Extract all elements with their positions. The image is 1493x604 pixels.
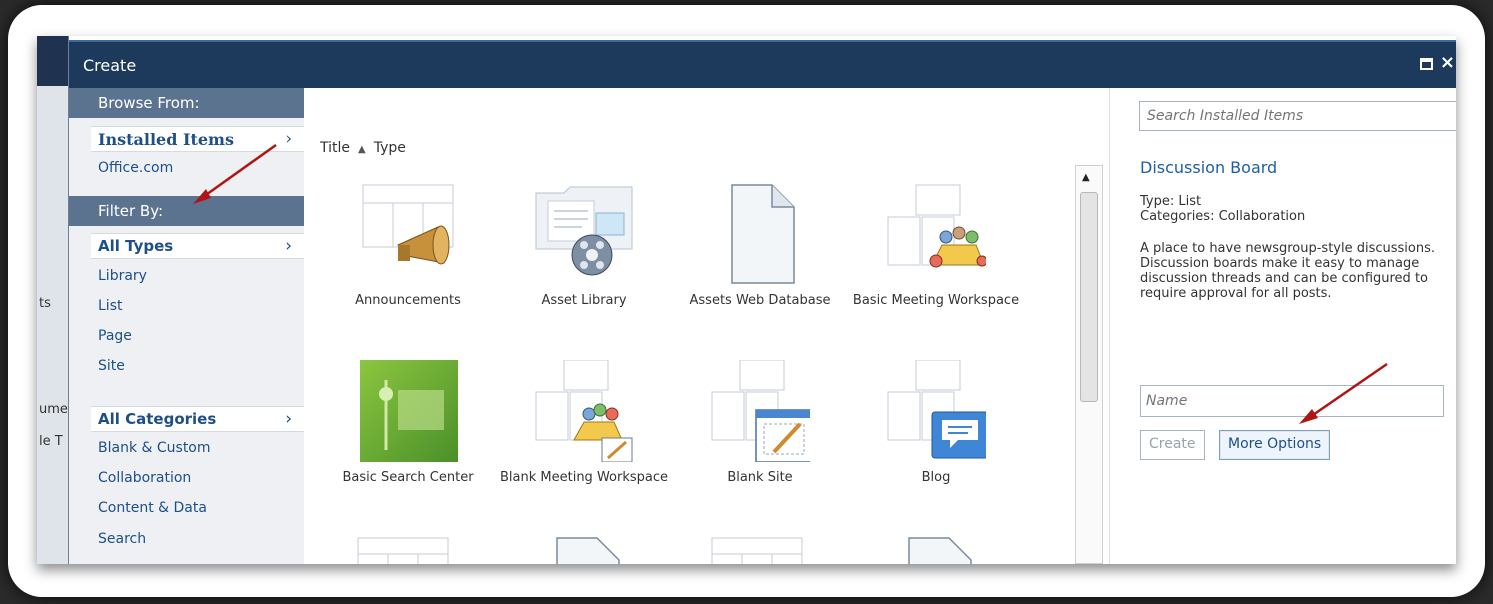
pane-divider [1109,88,1110,564]
gallery-item-label: Basic Search Center [342,470,474,485]
megaphone-icon [362,184,454,265]
sort-by-title[interactable]: Title [320,140,350,156]
selected-item-title: Discussion Board [1140,158,1278,177]
selected-item-categories: Categories: Collaboration [1140,209,1306,224]
close-icon[interactable]: × [1440,52,1455,73]
selected-item-type: Type: List [1140,194,1202,209]
blank-meeting-workspace-icon [535,360,633,462]
gallery-item-blank-meeting-workspace[interactable]: Blank Meeting Workspace [499,360,669,530]
nav-item-installed-items[interactable]: Installed Items › [91,126,304,152]
search-installed-items[interactable] [1139,101,1456,131]
gallery-item-label: Blank Meeting Workspace [500,470,668,485]
meeting-workspace-icon [887,184,986,268]
gallery-item-label: Announcements [355,293,461,308]
gallery-item-blank-site[interactable]: Blank Site [675,360,845,530]
sort-by-type[interactable]: Type [374,140,406,156]
gallery-item-basic-meeting-workspace[interactable]: Basic Meeting Workspace [851,183,1021,353]
gallery-item-label: Blog [921,470,951,485]
document-icon [731,184,795,284]
maximize-icon[interactable] [1420,58,1433,70]
nav-item-label: Installed Items [98,130,234,149]
nav-item-office-com[interactable]: Office.com [98,160,173,176]
asset-library-icon [535,186,633,276]
nav-item-library[interactable]: Library [98,268,147,284]
dialog-title: Create [83,56,137,75]
gallery-item-blog[interactable]: Blog [851,360,1021,530]
nav-item-all-types[interactable]: All Types › [91,233,304,259]
chevron-right-icon: › [285,236,292,256]
sort-ascending-icon: ▲ [358,144,366,155]
browse-from-heading: Browse From: [69,88,304,118]
gallery-item-partial-icon [908,537,972,564]
more-options-button[interactable]: More Options [1219,430,1331,460]
search-center-icon [360,360,458,462]
background-text: ume [39,402,68,417]
create-button[interactable]: Create [1140,430,1205,460]
blog-icon [887,360,986,459]
gallery-item-basic-search-center[interactable]: Basic Search Center [323,360,493,530]
gallery-item-label: Assets Web Database [689,293,831,308]
background-text: le T [39,434,63,449]
chevron-right-icon: › [285,129,292,149]
gallery-item-partial-icon [711,537,803,564]
nav-item-collaboration[interactable]: Collaboration [98,470,191,486]
gallery-item-label: Basic Meeting Workspace [852,293,1020,308]
nav-item-site[interactable]: Site [98,358,125,374]
nav-item-label: All Categories [98,410,217,428]
chevron-right-icon: › [285,409,292,429]
nav-item-blank-custom[interactable]: Blank & Custom [98,440,211,456]
gallery-item-assets-web-database[interactable]: Assets Web Database [675,183,845,353]
filter-by-heading: Filter By: [69,196,304,226]
selected-item-description: A place to have newsgroup-style discussi… [1140,241,1436,301]
nav-item-all-categories[interactable]: All Categories › [91,406,304,432]
gallery-item-asset-library[interactable]: Asset Library [499,183,669,353]
background-text: ts [39,296,51,311]
nav-item-page[interactable]: Page [98,328,132,344]
name-input[interactable] [1141,386,1441,416]
gallery-item-label: Asset Library [541,293,627,308]
sort-bar: Title ▲ Type [320,140,406,156]
nav-item-search[interactable]: Search [98,531,146,547]
blank-site-icon [711,360,810,462]
screen: ts ume le T Create × Browse From: Instal… [37,36,1456,564]
selected-item-meta: Type: List Categories: Collaboration [1140,194,1305,224]
scroll-thumb[interactable] [1080,192,1098,402]
nav-item-label: All Types [98,237,174,255]
search-input[interactable] [1140,102,1440,130]
create-dialog: Create × Browse From: Installed Items › … [68,36,1456,564]
filter-nav: Browse From: Installed Items › Office.co… [69,88,304,564]
gallery-item-announcements[interactable]: Announcements [323,183,493,353]
gallery-item-partial-icon [357,537,449,564]
gallery-item-partial-icon [556,537,620,564]
gallery-scrollbar[interactable]: ▲ [1075,165,1103,564]
gallery-item-label: Blank Site [727,470,793,485]
name-field[interactable] [1140,385,1444,417]
scroll-up-icon[interactable]: ▲ [1082,172,1090,183]
nav-item-content-data[interactable]: Content & Data [98,500,207,516]
nav-item-list[interactable]: List [98,298,122,314]
dialog-titlebar: Create × [69,40,1456,88]
